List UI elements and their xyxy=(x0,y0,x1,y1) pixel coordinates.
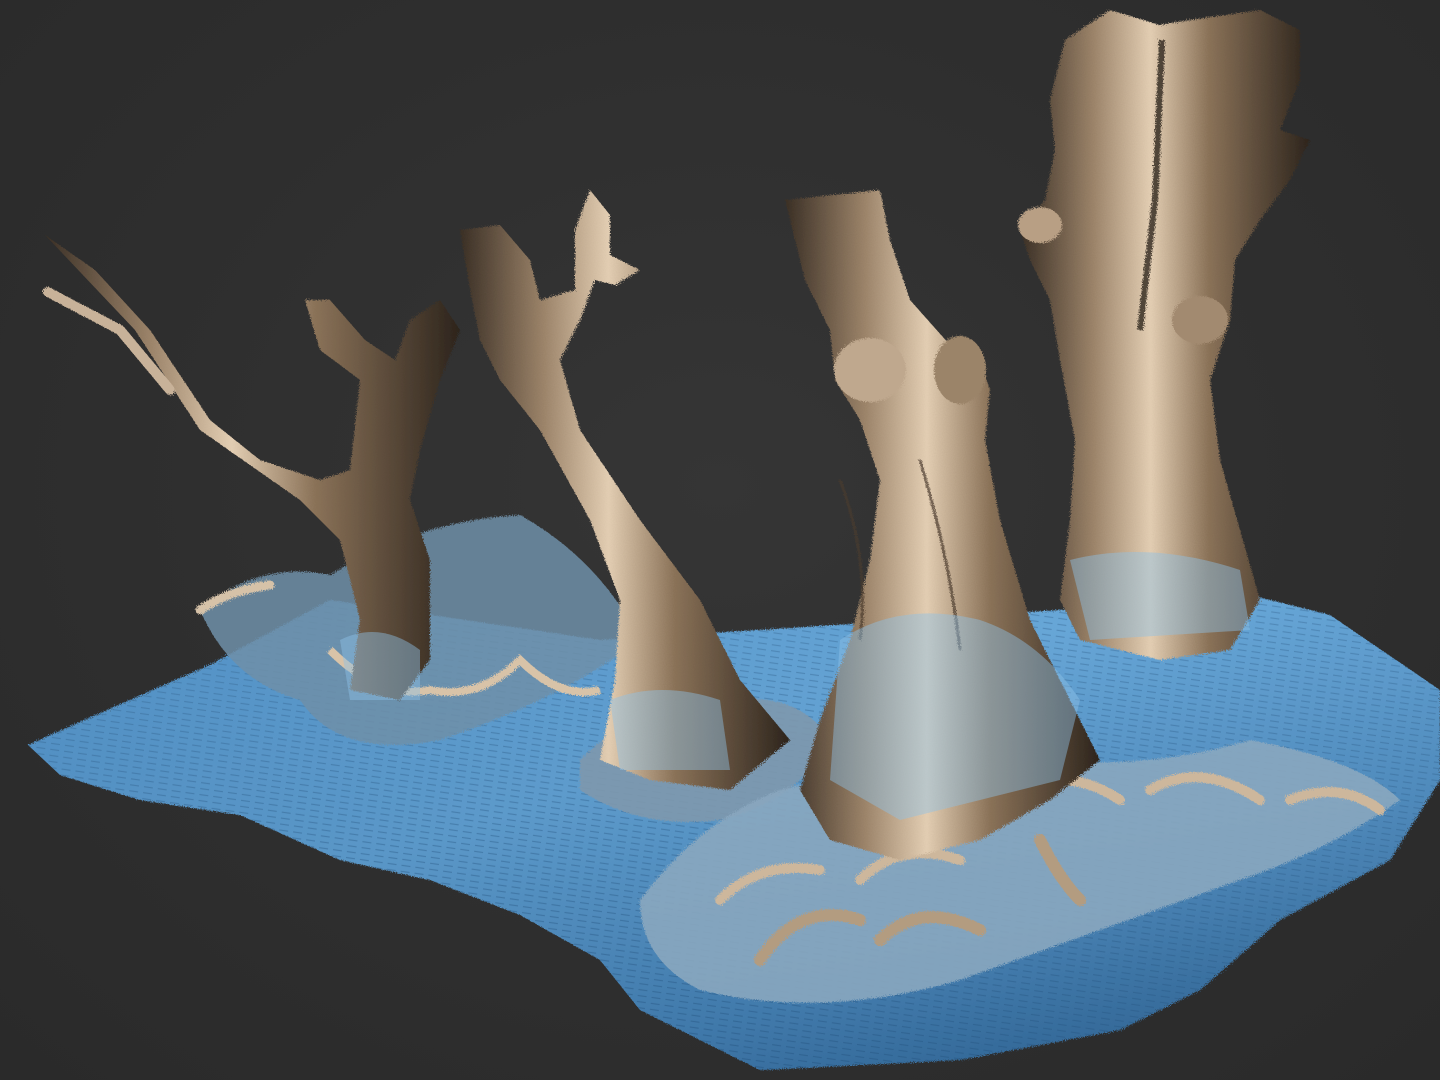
scan-render xyxy=(28,10,1440,1070)
3d-viewport[interactable] xyxy=(0,0,1440,1080)
